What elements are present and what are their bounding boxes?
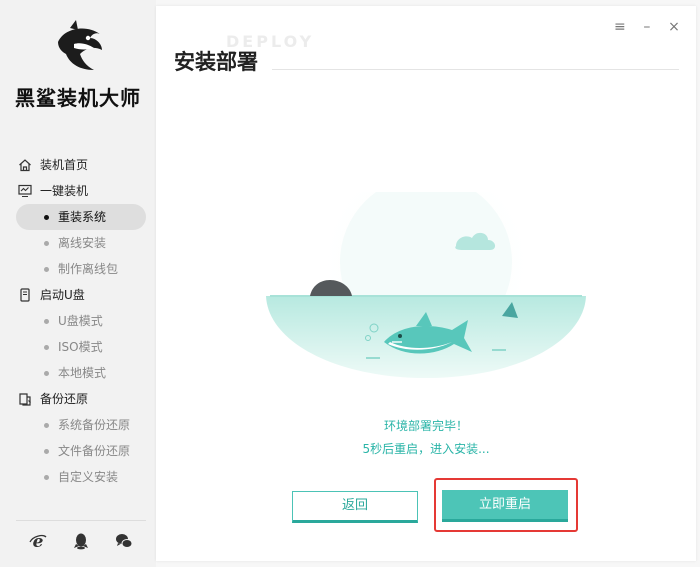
- sidebar-divider: [16, 520, 146, 521]
- sidebar-item-reinstall[interactable]: 重装系统: [16, 204, 146, 230]
- status-message: 环境部署完毕！: [383, 419, 468, 433]
- sidebar-item-label: 系统备份还原: [58, 418, 131, 432]
- sidebar-nav: 装机首页 一键装机 重装系统 离线安装 制作离线包 启动U盘 U盘模式 ISO模…: [16, 152, 146, 490]
- bullet-icon: [44, 215, 49, 220]
- sidebar: 黑鲨装机大师 装机首页 一键装机 重装系统 离线安装 制作离线包 启动U盘 U盘…: [0, 0, 156, 567]
- usb-drive-icon: [20, 288, 30, 302]
- bullet-icon: [44, 319, 49, 324]
- sidebar-item-u-mode[interactable]: U盘模式: [16, 308, 146, 334]
- close-icon[interactable]: ×: [666, 19, 682, 35]
- sidebar-item-label: 文件备份还原: [58, 444, 131, 458]
- minimize-icon[interactable]: –: [639, 19, 655, 35]
- bullet-icon: [44, 267, 49, 272]
- sidebar-item-label: 本地模式: [58, 366, 107, 380]
- restart-now-button[interactable]: 立即重启: [442, 490, 568, 522]
- wechat-icon[interactable]: [113, 530, 135, 552]
- main-panel: ≡ – × DEPLOY 安装部署 环境部署完毕！ 5秒后重启，进入安装... …: [156, 6, 696, 561]
- sidebar-item-label: ISO模式: [58, 340, 103, 354]
- sidebar-item-label: 装机首页: [40, 158, 89, 172]
- title-divider: [272, 69, 679, 70]
- bullet-icon: [44, 371, 49, 376]
- app-window: 黑鲨装机大师 装机首页 一键装机 重装系统 离线安装 制作离线包 启动U盘 U盘…: [0, 0, 700, 567]
- sidebar-item-make-offline-pkg[interactable]: 制作离线包: [16, 256, 146, 282]
- window-controls: ≡ – ×: [606, 16, 682, 35]
- bullet-icon: [44, 241, 49, 246]
- sidebar-item-sys-backup[interactable]: 系统备份还原: [16, 412, 146, 438]
- sidebar-item-offline-install[interactable]: 离线安装: [16, 230, 146, 256]
- bullet-icon: [44, 449, 49, 454]
- sidebar-item-label: 重装系统: [58, 210, 107, 224]
- monitor-icon: [18, 184, 32, 198]
- shark-sea-illustration: [266, 192, 586, 378]
- sidebar-item-label: 制作离线包: [58, 262, 119, 276]
- qq-icon[interactable]: [70, 530, 92, 552]
- sidebar-item-home[interactable]: 装机首页: [16, 152, 146, 178]
- countdown-message: 5秒后重启，进入安装...: [362, 442, 490, 456]
- sidebar-item-custom-install[interactable]: 自定义安装: [16, 464, 146, 490]
- sidebar-item-label: 启动U盘: [40, 288, 85, 302]
- sidebar-item-label: U盘模式: [58, 314, 103, 328]
- sidebar-item-one-click[interactable]: 一键装机: [16, 178, 146, 204]
- sidebar-item-label: 一键装机: [40, 184, 89, 198]
- back-button[interactable]: 返回: [292, 491, 418, 523]
- backup-icon: [19, 393, 31, 406]
- sidebar-item-local-mode[interactable]: 本地模式: [16, 360, 146, 386]
- brand-name: 黑鲨装机大师: [15, 86, 141, 110]
- bullet-icon: [44, 345, 49, 350]
- sidebar-item-file-backup[interactable]: 文件备份还原: [16, 438, 146, 464]
- sidebar-item-backup-restore[interactable]: 备份还原: [16, 386, 146, 412]
- page-title: 安装部署: [174, 50, 258, 74]
- menu-icon[interactable]: ≡: [612, 19, 628, 35]
- sidebar-footer: e: [0, 530, 156, 554]
- shark-logo-icon: [58, 20, 102, 70]
- sidebar-item-label: 自定义安装: [58, 470, 119, 484]
- sidebar-item-boot-u[interactable]: 启动U盘: [16, 282, 146, 308]
- title-area: DEPLOY 安装部署: [174, 32, 679, 76]
- sidebar-item-iso-mode[interactable]: ISO模式: [16, 334, 146, 360]
- sidebar-item-label: 备份还原: [40, 392, 89, 406]
- home-icon: [19, 159, 31, 172]
- bullet-icon: [44, 423, 49, 428]
- sidebar-item-label: 离线安装: [58, 236, 107, 250]
- ie-icon[interactable]: e: [27, 530, 49, 552]
- bullet-icon: [44, 475, 49, 480]
